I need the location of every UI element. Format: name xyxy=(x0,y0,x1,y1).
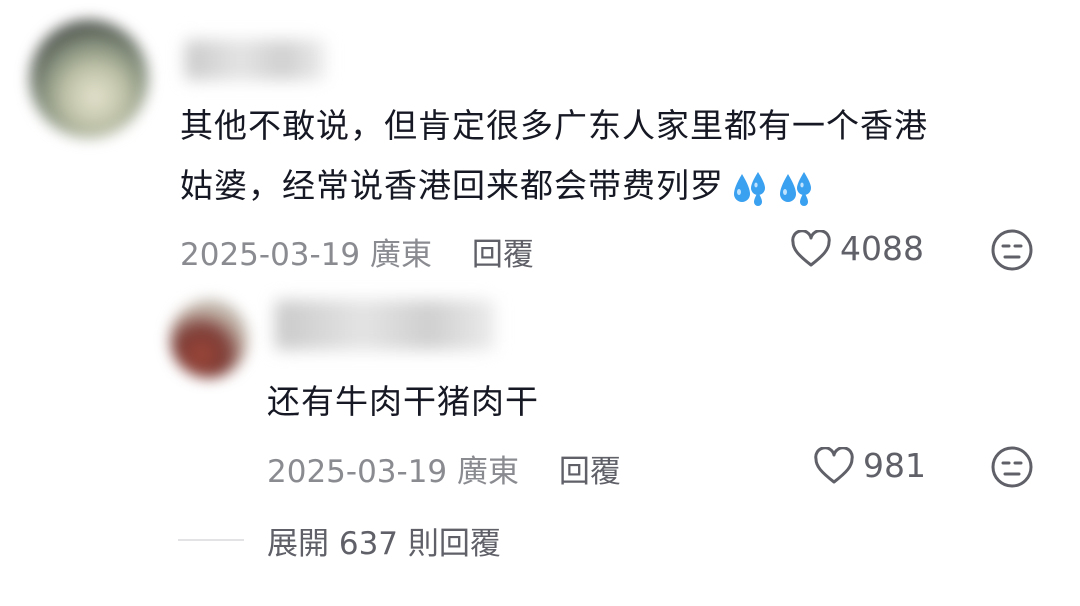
reply-avatar[interactable] xyxy=(170,300,248,378)
comment-meta: 2025-03-19 廣東 回覆 xyxy=(180,229,534,274)
dislike-face-icon[interactable] xyxy=(990,228,1034,272)
sweat-droplets-icon xyxy=(734,171,765,206)
reply-button[interactable]: 回覆 xyxy=(472,237,534,273)
reply-username-blurred[interactable] xyxy=(275,300,495,350)
reply-text: 还有牛肉干猪肉干 xyxy=(267,382,539,421)
like-count: 4088 xyxy=(840,229,924,268)
avatar[interactable] xyxy=(30,20,148,138)
dislike-face-icon[interactable] xyxy=(990,445,1034,489)
heart-icon xyxy=(814,446,854,483)
expand-divider xyxy=(178,539,244,541)
reply-region: 廣東 xyxy=(457,454,520,490)
reply-like-count: 981 xyxy=(863,446,926,485)
reply-reply-button[interactable]: 回覆 xyxy=(559,454,621,490)
heart-icon xyxy=(791,229,831,266)
comment-line-2: 姑婆，经常说香港回来都会带费列罗 xyxy=(180,156,928,216)
comment-line-2-text: 姑婆，经常说香港回来都会带费列罗 xyxy=(180,166,724,205)
comment-text: 其他不敢说，但肯定很多广东人家里都有一个香港 姑婆，经常说香港回来都会带费列罗 xyxy=(180,96,928,216)
comment-region: 廣東 xyxy=(370,237,433,273)
like-button[interactable]: 4088 xyxy=(790,229,924,268)
expand-replies-button[interactable]: 展開 637 則回覆 xyxy=(267,518,501,563)
comment-date: 2025-03-19 xyxy=(180,237,361,273)
reply-meta: 2025-03-19 廣東 回覆 xyxy=(267,446,621,491)
comment-line-1: 其他不敢说，但肯定很多广东人家里都有一个香港 xyxy=(180,106,928,145)
sweat-droplets-icon xyxy=(780,171,811,206)
username-blurred[interactable] xyxy=(185,40,325,80)
reply-date: 2025-03-19 xyxy=(267,454,448,490)
reply-like-button[interactable]: 981 xyxy=(813,446,926,485)
